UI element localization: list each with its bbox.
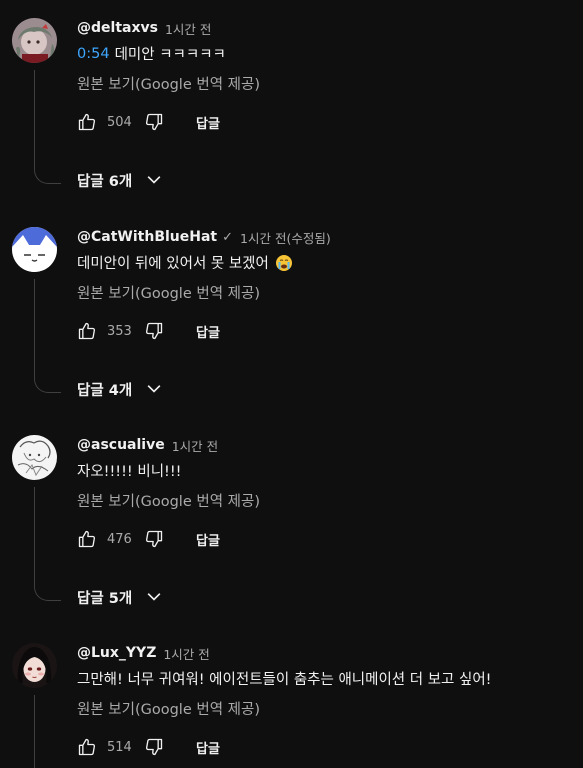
reply-button[interactable]: 답글 — [196, 738, 220, 757]
thread-line — [34, 695, 61, 768]
comment-header: @deltaxvs 1시간 전 — [77, 18, 211, 38]
translate-link[interactable]: 원본 보기(Google 번역 제공) — [77, 490, 260, 511]
chevron-down-icon — [147, 593, 161, 601]
comment-actions: 504 답글 — [77, 110, 220, 134]
like-count: 476 — [107, 531, 132, 547]
reply-button[interactable]: 답글 — [196, 530, 220, 549]
like-count: 504 — [107, 114, 132, 130]
like-count: 514 — [107, 739, 132, 755]
comment-header: @CatWithBlueHat ✓ 1시간 전(수정됨) — [77, 227, 331, 247]
thumbs-up-icon — [78, 322, 96, 340]
replies-label: 답글 4개 — [77, 382, 133, 399]
dislike-button[interactable] — [144, 112, 164, 132]
comment-actions: 353 답글 — [77, 319, 220, 343]
reply-button[interactable]: 답글 — [196, 113, 220, 132]
comment-actions: 476 답글 — [77, 527, 220, 551]
thumbs-up-icon — [78, 738, 96, 756]
comment-text: 자오!!!!! 비니!!! — [77, 460, 181, 481]
avatar[interactable] — [12, 435, 57, 480]
comment-body: 그만해! 너무 귀여워! 에이전트들이 춤추는 애니메이션 더 보고 싶어! — [77, 672, 492, 688]
anime-girl-avatar-icon — [12, 18, 57, 63]
dark-hair-girl-avatar-icon — [12, 643, 57, 688]
thread-line — [34, 279, 61, 393]
comment-header: @Lux_YYZ 1시간 전 — [77, 643, 210, 663]
thumbs-up-icon — [78, 530, 96, 548]
checkmark-icon: ✓ — [222, 229, 234, 245]
thumbs-down-icon — [145, 530, 163, 548]
replies-label: 답글 6개 — [77, 173, 133, 190]
cat-blue-hat-avatar-icon — [12, 227, 57, 272]
translate-link[interactable]: 원본 보기(Google 번역 제공) — [77, 698, 260, 719]
thread-line — [34, 487, 61, 601]
translate-link[interactable]: 원본 보기(Google 번역 제공) — [77, 73, 260, 94]
author-name[interactable]: @ascualive — [77, 437, 165, 453]
comment-body: 데미안 ㅋㅋㅋㅋㅋ — [114, 47, 226, 63]
thumbs-up-icon — [78, 113, 96, 131]
comment-body: 데미안이 뒤에 있어서 못 보겠어 — [77, 256, 269, 272]
dislike-button[interactable] — [144, 321, 164, 341]
replies-label: 답글 5개 — [77, 590, 133, 607]
reply-button[interactable]: 답글 — [196, 322, 220, 341]
replies-toggle-button[interactable]: 답글 6개 — [77, 168, 164, 192]
comments-list: @deltaxvs 1시간 전 0:54 데미안 ㅋㅋㅋㅋㅋ 원본 보기(Goo… — [0, 0, 583, 768]
like-button[interactable] — [77, 112, 97, 132]
comment-body: 자오!!!!! 비니!!! — [77, 464, 182, 480]
thread-line — [34, 70, 61, 184]
comment-text: 그만해! 너무 귀여워! 에이전트들이 춤추는 애니메이션 더 보고 싶어! — [77, 668, 492, 689]
thumbs-down-icon — [145, 113, 163, 131]
dislike-button[interactable] — [144, 737, 164, 757]
sketch-avatar-icon — [12, 435, 57, 480]
thumbs-down-icon — [145, 738, 163, 756]
timestamp-link[interactable]: 0:54 — [77, 46, 110, 62]
replies-toggle-button[interactable]: 답글 5개 — [77, 585, 164, 609]
comment-actions: 514 답글 — [77, 735, 220, 759]
author-name[interactable]: @deltaxvs — [77, 20, 158, 36]
like-button[interactable] — [77, 529, 97, 549]
comment-time[interactable]: 1시간 전(수정됨) — [240, 228, 331, 247]
dislike-button[interactable] — [144, 529, 164, 549]
avatar[interactable] — [12, 227, 57, 272]
author-name[interactable]: @Lux_YYZ — [77, 645, 156, 661]
thumbs-down-icon — [145, 322, 163, 340]
like-button[interactable] — [77, 737, 97, 757]
like-count: 353 — [107, 323, 132, 339]
chevron-down-icon — [147, 176, 161, 184]
comment-text: 데미안이 뒤에 있어서 못 보겠어 — [77, 252, 293, 273]
avatar[interactable] — [12, 18, 57, 63]
comment-text: 0:54 데미안 ㅋㅋㅋㅋㅋ — [77, 43, 226, 64]
loudly-crying-face-emoji-icon — [275, 254, 293, 272]
like-button[interactable] — [77, 321, 97, 341]
comment-time[interactable]: 1시간 전 — [165, 19, 211, 38]
replies-toggle-button[interactable]: 답글 4개 — [77, 377, 164, 401]
avatar[interactable] — [12, 643, 57, 688]
chevron-down-icon — [147, 385, 161, 393]
translate-link[interactable]: 원본 보기(Google 번역 제공) — [77, 282, 260, 303]
comment-time[interactable]: 1시간 전 — [163, 644, 209, 663]
comment-time[interactable]: 1시간 전 — [172, 436, 218, 455]
comment-header: @ascualive 1시간 전 — [77, 435, 218, 455]
author-name[interactable]: @CatWithBlueHat — [77, 229, 217, 245]
